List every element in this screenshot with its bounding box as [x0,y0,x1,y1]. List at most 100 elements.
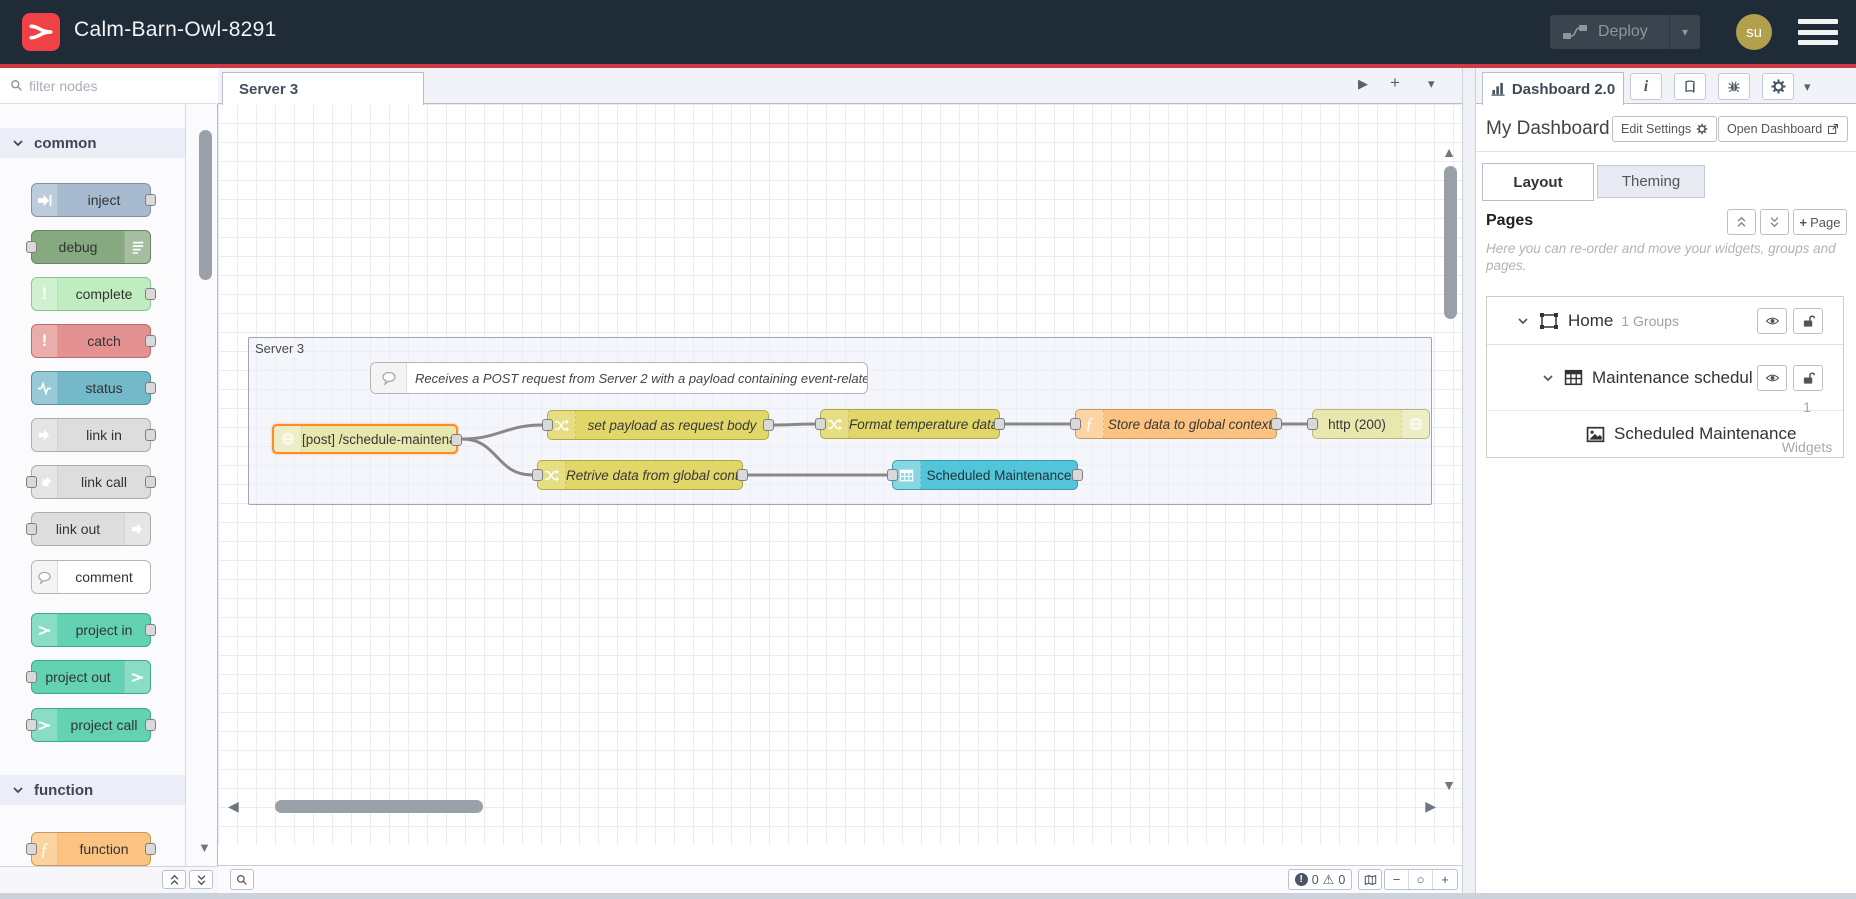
input-port[interactable] [887,469,898,481]
input-port[interactable] [26,476,37,488]
sidebar-tab-dashboard[interactable]: Dashboard 2.0 [1482,72,1624,105]
canvas-scroll-down-arrow[interactable]: ▼ [1442,777,1456,793]
output-port[interactable] [763,419,774,431]
output-port[interactable] [145,624,156,636]
flow-node-format-temperature[interactable]: Format temperature data. [815,409,1005,439]
input-port[interactable] [1307,418,1318,430]
output-port[interactable] [145,476,156,488]
input-port[interactable] [815,418,826,430]
expand-all-categories-button[interactable] [189,870,213,889]
flow-node-comment[interactable]: Receives a POST request from Server 2 wi… [370,362,868,394]
flow-canvas[interactable]: Server 3 Receives a POST request from Se… [218,104,1462,845]
input-port[interactable] [26,523,37,535]
palette-search[interactable] [0,68,218,104]
palette-node-project-out[interactable]: project out [26,660,151,694]
palette-scroll-down-arrow[interactable]: ▼ [198,840,214,855]
canvas-scroll-right-arrow[interactable]: ▶ [1425,798,1436,815]
output-port[interactable] [737,469,748,481]
canvas-vscrollbar-thumb[interactable] [1444,166,1457,319]
output-port[interactable] [145,719,156,731]
zoom-out-button[interactable]: − [1385,870,1409,889]
deploy-button[interactable]: Deploy ▾ [1550,15,1700,49]
main-menu-button[interactable] [1798,19,1838,45]
add-page-button[interactable]: + Page [1793,209,1847,235]
palette-node-comment[interactable]: comment [31,560,151,594]
config-nodes-tab-button[interactable] [1762,73,1794,100]
tree-row-home[interactable]: Home 1 Groups [1487,297,1843,345]
search-flows-button[interactable] [230,869,254,890]
flow-node-retrieve-global[interactable]: Retrive data from global context [532,460,748,490]
output-port[interactable] [145,843,156,855]
output-port[interactable] [145,288,156,300]
palette-node-function[interactable]: ƒ function [26,832,156,866]
canvas-scroll-up-arrow[interactable]: ▲ [1442,144,1456,160]
output-port[interactable] [145,429,156,441]
tab-scroll-right-button[interactable]: ▶ [1358,76,1368,92]
input-port[interactable] [26,671,37,683]
input-port[interactable] [532,469,543,481]
input-port[interactable] [1070,418,1081,430]
palette-scrollbar-thumb[interactable] [199,130,212,280]
input-port[interactable] [26,241,37,253]
palette-node-status[interactable]: status [31,371,156,405]
tab-layout[interactable]: Layout [1482,163,1594,201]
output-port[interactable] [1271,418,1282,430]
help-tab-button[interactable] [1674,73,1706,100]
deploy-options-caret[interactable]: ▾ [1670,25,1700,39]
chevron-down-icon[interactable] [1517,315,1529,327]
chevron-down-icon[interactable] [1542,372,1554,384]
canvas-hscrollbar-thumb[interactable] [275,800,483,813]
flow-node-set-payload[interactable]: set payload as request body [542,410,774,440]
flow-node-table[interactable]: Scheduled Maintenance [887,460,1083,490]
edit-settings-button[interactable]: Edit Settings [1612,116,1718,142]
sidebar-options-caret[interactable]: ▾ [1804,79,1811,95]
palette-node-link-out[interactable]: link out [26,512,151,546]
flow-node-http-response[interactable]: http (200) [1307,409,1430,439]
add-flow-button[interactable]: + [1390,73,1400,93]
output-port[interactable] [1072,469,1083,481]
tree-row-group[interactable]: 1 Widgets Maintenance schedul... [1487,345,1843,455]
toggle-lock-button[interactable] [1793,308,1823,334]
output-port[interactable] [994,418,1005,430]
move-up-button[interactable] [1727,209,1756,235]
output-port[interactable] [145,382,156,394]
palette-node-project-call[interactable]: project call [26,708,156,742]
output-port[interactable] [145,194,156,206]
zoom-reset-button[interactable]: ○ [1409,870,1433,889]
workspace-tab-server3[interactable]: Server 3 [222,72,424,105]
palette-node-debug[interactable]: debug [26,230,151,264]
zoom-in-button[interactable]: + [1433,870,1457,889]
burger-bar [1798,19,1838,24]
flow-node-http-in[interactable]: [post] /schedule-maintenance [272,424,462,454]
toggle-visibility-button[interactable] [1757,365,1787,391]
palette-node-complete[interactable]: ! complete [31,277,156,311]
palette-node-project-in[interactable]: project in [31,613,156,647]
user-avatar[interactable]: su [1736,14,1772,50]
input-port[interactable] [26,843,37,855]
open-dashboard-button[interactable]: Open Dashboard [1718,116,1849,142]
palette-category-function[interactable]: function [0,775,185,805]
debug-tab-button[interactable] [1718,73,1750,100]
toggle-visibility-button[interactable] [1757,308,1787,334]
sidebar-splitter[interactable] [1462,68,1476,893]
palette-filter-input[interactable] [29,77,179,94]
palette-node-catch[interactable]: ! catch [31,324,156,358]
palette-node-inject[interactable]: inject [31,183,156,217]
tab-theming[interactable]: Theming [1597,165,1705,198]
canvas-scroll-left-arrow[interactable]: ◀ [228,798,239,815]
palette-category-common[interactable]: common [0,128,185,158]
notifications-counter[interactable]: ! 0 ⚠ 0 [1288,869,1352,890]
toggle-lock-button[interactable] [1793,365,1823,391]
input-port[interactable] [542,419,553,431]
output-port[interactable] [145,335,156,347]
palette-node-link-in[interactable]: link in [31,418,156,452]
navigator-map-button[interactable] [1358,869,1382,890]
input-port[interactable] [26,719,37,731]
move-down-button[interactable] [1760,209,1789,235]
palette-node-link-call[interactable]: link call [26,465,156,499]
flow-node-store-global[interactable]: ƒ Store data to global context [1070,409,1282,439]
info-tab-button[interactable]: i [1630,73,1662,100]
collapse-all-categories-button[interactable] [162,870,186,889]
flow-list-caret-button[interactable]: ▾ [1428,76,1435,92]
output-port[interactable] [451,434,462,446]
